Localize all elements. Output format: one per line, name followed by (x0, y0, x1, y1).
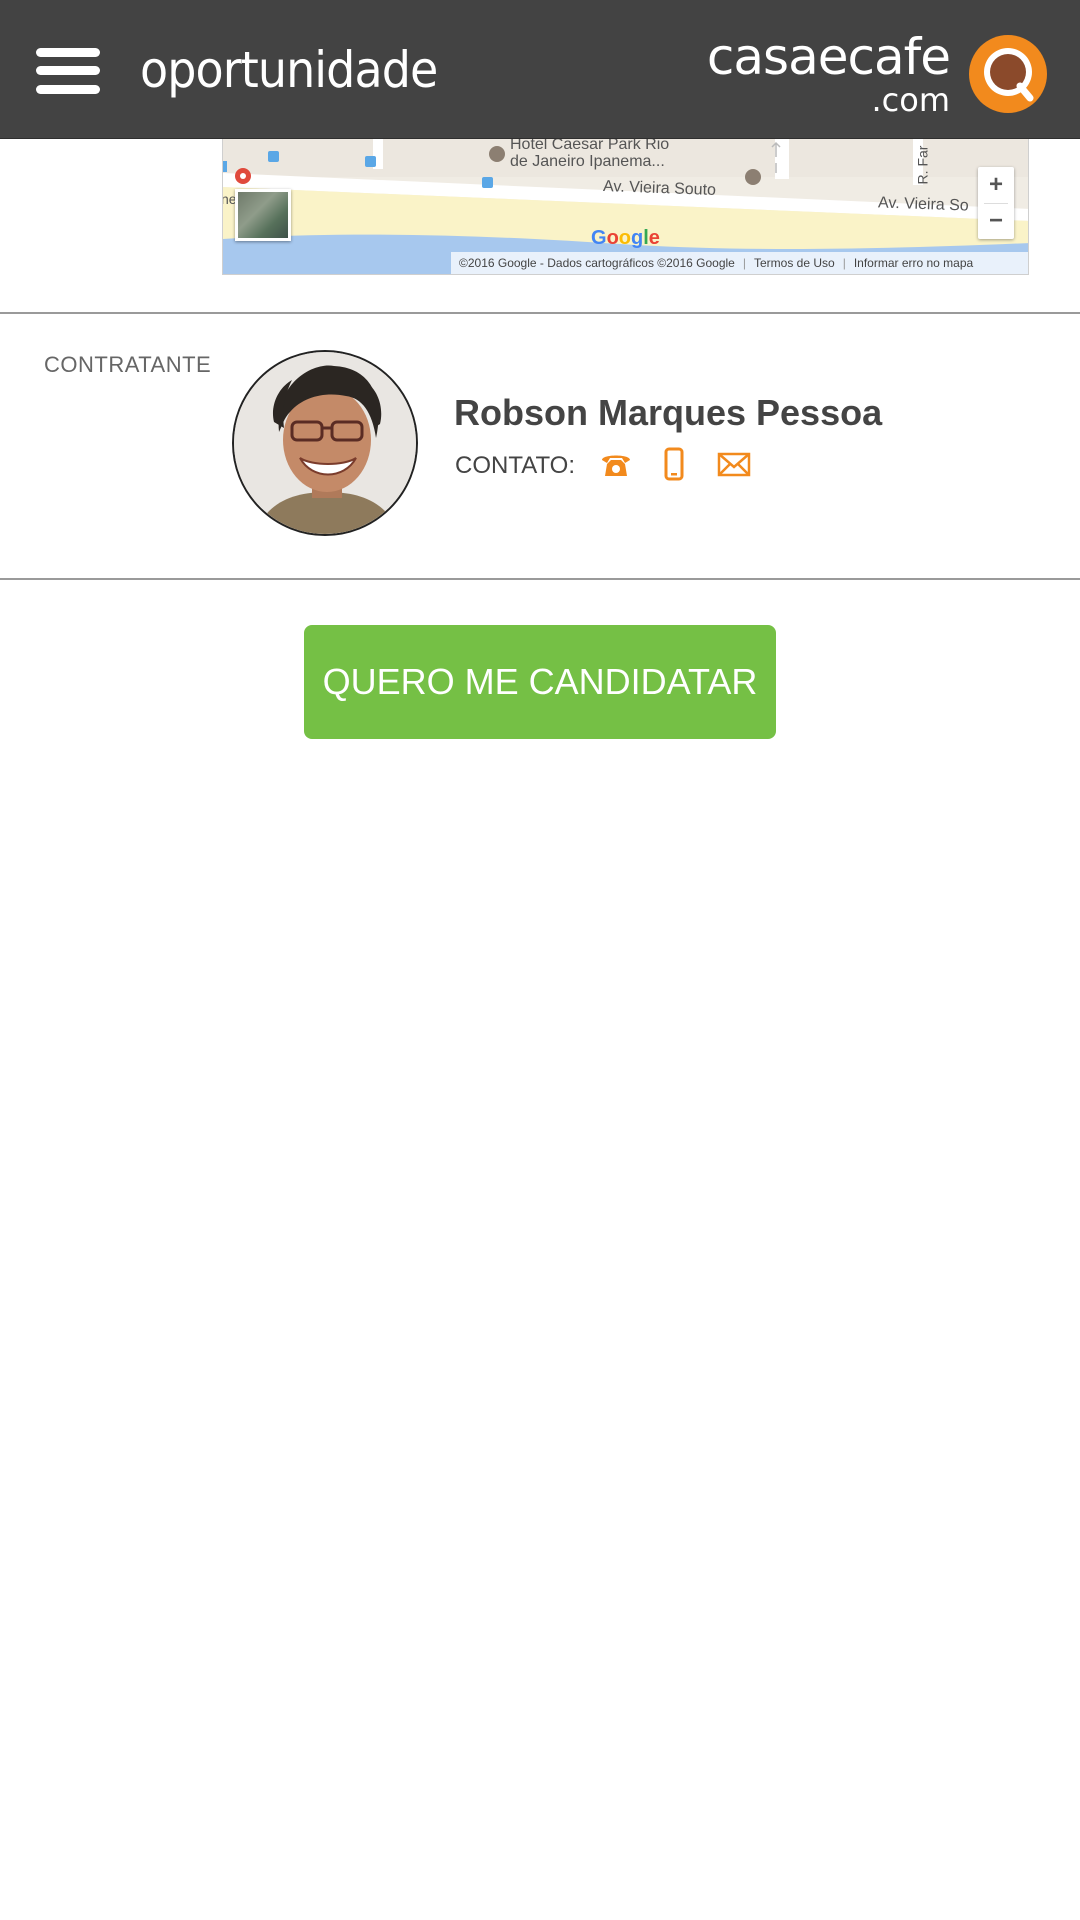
page-title: oportunidade (140, 41, 438, 99)
map-zoom-control: + − (978, 167, 1014, 239)
coffee-cup-logo-icon (969, 35, 1047, 113)
logo-main-text: casaecafe (706, 28, 951, 86)
google-logo: Google (591, 227, 660, 249)
map-label-street: R. Far (914, 145, 931, 185)
contratante-label: CONTRATANTE (44, 352, 212, 377)
avatar[interactable] (232, 350, 418, 536)
map-copyright: ©2016 Google - Dados cartográficos ©2016… (459, 256, 735, 270)
zoom-in-button[interactable]: + (978, 167, 1014, 203)
avatar-photo (234, 352, 416, 534)
section-divider (0, 312, 1080, 314)
map-label-hotel: Hotel Caesar Park Rio (510, 139, 670, 153)
contact-name: Robson Marques Pessoa (454, 392, 883, 433)
email-icon[interactable] (716, 446, 752, 482)
section-divider (0, 578, 1080, 580)
phone-icon[interactable] (598, 446, 634, 482)
map-label-hotel-line2: de Janeiro Ipanema... (510, 153, 665, 170)
mobile-icon[interactable] (656, 446, 692, 482)
casaecafe-logo[interactable]: casaecafe .com (707, 32, 1048, 116)
location-map[interactable]: Hotel Caesar Park Rio de Janeiro Ipanema… (222, 139, 1029, 275)
apply-button[interactable]: QUERO ME CANDIDATAR (304, 625, 776, 739)
map-label-street: Av. Vieira So (877, 194, 970, 215)
contact-label: CONTATO: (455, 452, 575, 479)
logo-sub-text: .com (871, 81, 950, 119)
hamburger-menu-icon[interactable] (36, 48, 100, 94)
satellite-view-thumbnail[interactable] (235, 189, 291, 241)
map-attribution: ©2016 Google - Dados cartográficos ©2016… (451, 252, 1028, 274)
zoom-out-button[interactable]: − (978, 203, 1014, 239)
map-report-link[interactable]: Informar erro no mapa (846, 252, 981, 274)
app-header: oportunidade casaecafe .com (0, 0, 1080, 139)
map-terms-link[interactable]: Termos de Uso (746, 252, 843, 274)
